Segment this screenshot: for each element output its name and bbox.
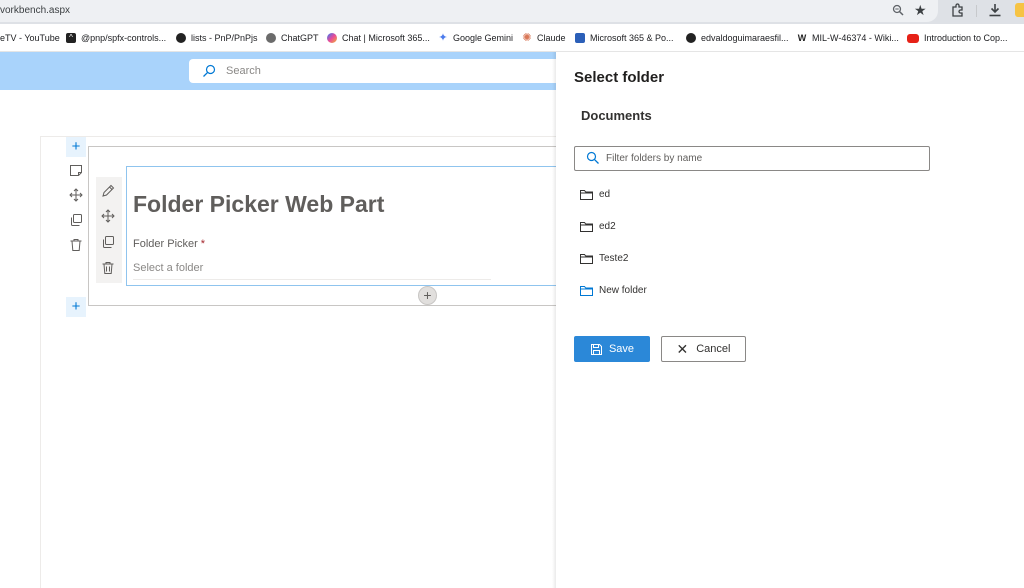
save-icon xyxy=(590,343,602,355)
new-folder-button[interactable]: New folder xyxy=(580,282,647,298)
close-icon: ✕ xyxy=(676,340,689,357)
claude-icon: ✺ xyxy=(522,32,532,44)
save-label: Save xyxy=(608,343,635,355)
search-icon xyxy=(586,151,600,165)
folder-icon xyxy=(580,253,593,264)
wikipedia-icon: W xyxy=(797,33,807,43)
search-icon xyxy=(202,64,216,78)
bookmark-item[interactable]: W MIL-W-46374 - Wiki... xyxy=(797,31,899,45)
folder-picker-underline xyxy=(133,279,491,280)
select-folder-panel xyxy=(556,52,1024,588)
graduation-cap-icon: ^ xyxy=(66,33,76,43)
bookmark-item[interactable]: eTV - YouTube xyxy=(0,31,60,45)
folder-item-ed2[interactable]: ed2 xyxy=(580,218,616,234)
folder-icon xyxy=(580,189,593,200)
bookmark-item[interactable]: Introduction to Cop... xyxy=(907,31,1008,45)
folder-name: ed2 xyxy=(599,220,616,232)
folder-picker-input[interactable]: Select a folder xyxy=(133,262,203,274)
browser-toolbar: vorkbench.aspx ★ xyxy=(0,0,1024,24)
address-bar[interactable] xyxy=(0,0,938,22)
delete-section-icon[interactable] xyxy=(69,238,85,254)
required-marker: * xyxy=(200,238,206,250)
folder-picker-label: Folder Picker * xyxy=(133,238,205,250)
folder-name: ed xyxy=(599,188,611,200)
github-icon xyxy=(176,33,186,43)
cancel-button[interactable]: ✕ Cancel xyxy=(661,336,746,362)
profile-icon[interactable] xyxy=(1015,3,1024,17)
chatgpt-icon xyxy=(266,33,276,43)
folder-picker-label-text: Folder Picker xyxy=(133,238,198,250)
bookmark-item[interactable]: ✦ Google Gemini xyxy=(438,31,513,45)
save-button[interactable]: Save xyxy=(574,336,650,362)
bookmark-item[interactable]: lists - PnP/PnPjs xyxy=(176,31,258,45)
edit-section-icon[interactable] xyxy=(69,163,85,179)
duplicate-webpart-icon[interactable] xyxy=(101,235,117,251)
duplicate-section-icon[interactable] xyxy=(69,213,85,229)
zoom-icon[interactable] xyxy=(892,4,906,18)
cancel-label: Cancel xyxy=(696,343,731,355)
bookmark-item[interactable]: edvaldoguimaraesfil... xyxy=(686,31,789,45)
canvas-border xyxy=(40,136,41,588)
folder-name: Teste2 xyxy=(599,252,629,264)
edit-webpart-icon[interactable] xyxy=(101,184,117,200)
youtube-icon xyxy=(907,33,919,43)
bookmark-item[interactable]: ChatGPT xyxy=(266,31,319,45)
gemini-icon: ✦ xyxy=(438,32,448,44)
download-icon[interactable] xyxy=(988,3,1002,17)
new-folder-label: New folder xyxy=(599,284,647,296)
move-section-icon[interactable] xyxy=(69,188,85,204)
extensions-icon[interactable] xyxy=(951,3,965,17)
new-folder-icon xyxy=(580,285,593,296)
add-section-below-button[interactable]: + xyxy=(66,297,86,317)
library-title: Documents xyxy=(581,108,652,123)
panel-title: Select folder xyxy=(574,69,665,86)
webpart-title: Folder Picker Web Part xyxy=(133,191,385,217)
bookmark-item[interactable]: ^ @pnp/spfx-controls... xyxy=(66,31,166,45)
toolbar-divider xyxy=(976,5,977,17)
bookmark-star-icon[interactable]: ★ xyxy=(914,2,928,18)
canvas-border xyxy=(40,136,556,137)
filter-placeholder: Filter folders by name xyxy=(606,153,703,164)
bookmarks-bar: eTV - YouTube ^ @pnp/spfx-controls... lis… xyxy=(0,24,1024,52)
bookmark-item[interactable]: ✺ Claude xyxy=(522,31,565,45)
add-webpart-button[interactable]: + xyxy=(418,286,437,305)
copilot-icon xyxy=(327,33,337,43)
folder-item-teste2[interactable]: Teste2 xyxy=(580,250,628,266)
search-placeholder: Search xyxy=(226,65,261,77)
bookmark-item[interactable]: Microsoft 365 & Po... xyxy=(575,31,674,45)
move-webpart-icon[interactable] xyxy=(101,209,117,225)
add-section-above-button[interactable]: + xyxy=(66,137,86,157)
delete-webpart-icon[interactable] xyxy=(101,261,117,277)
folder-icon xyxy=(580,221,593,232)
bookmark-item[interactable]: Chat | Microsoft 365... xyxy=(327,31,430,45)
microsoft-icon xyxy=(575,33,585,43)
folder-item-ed[interactable]: ed xyxy=(580,186,610,202)
url-text[interactable]: vorkbench.aspx xyxy=(0,5,70,16)
github-icon xyxy=(686,33,696,43)
